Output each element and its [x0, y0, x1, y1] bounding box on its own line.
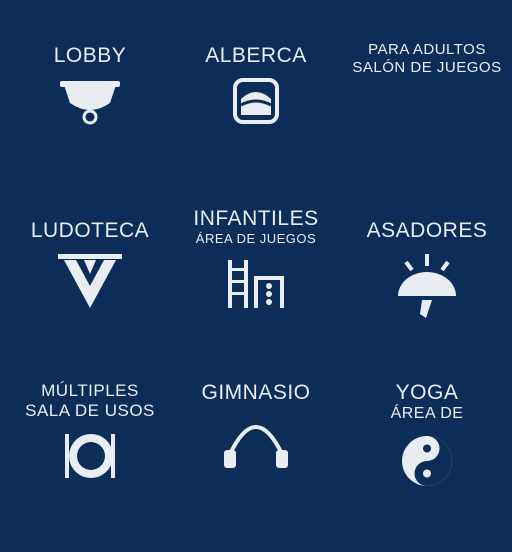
adult-games-line2: SALÓN DE JUEGOS: [352, 58, 502, 76]
gym-label: GIMNASIO: [201, 381, 311, 404]
playground-label: INFANTILES ÁREA DE JUEGOS: [193, 207, 319, 247]
jump-rope-icon: [220, 414, 292, 474]
amenity-yoga: YOGA ÁREA DE: [342, 381, 512, 552]
playground-icon: [224, 256, 288, 312]
yoga-subtitle: ÁREA DE: [390, 405, 464, 423]
adult-games-label: PARA ADULTOS SALÓN DE JUEGOS: [352, 40, 501, 76]
multipurpose-subtitle: SALA DE USOS: [25, 400, 155, 420]
amenity-adult-games: PARA ADULTOS SALÓN DE JUEGOS: [342, 40, 512, 210]
pool-title: ALBERCA: [205, 44, 307, 67]
grill-icon: [392, 252, 462, 322]
pool-icon: [232, 77, 280, 125]
amenities-board: LOBBY ALBERCA PARA ADULTOS SALÓN DE JUEG…: [0, 0, 512, 512]
grill-label: ASADORES: [366, 219, 488, 242]
adult-games-line1: PARA ADULTOS: [368, 41, 486, 58]
pool-label: ALBERCA: [205, 44, 307, 67]
lobby-label: LOBBY: [53, 44, 127, 67]
playground-subtitle: ÁREA DE JUEGOS: [195, 231, 317, 247]
playground-title: INFANTILES: [193, 207, 319, 230]
amenity-grill: ASADORES: [342, 219, 512, 390]
multipurpose-title: MÚLTIPLES: [41, 381, 139, 400]
amenity-multipurpose: MÚLTIPLES SALA DE USOS: [5, 382, 175, 552]
ludoteca-icon: [58, 252, 122, 314]
grill-title: ASADORES: [366, 219, 488, 242]
ludoteca-label: LUDOTECA: [30, 219, 150, 242]
amenity-pool: ALBERCA: [171, 44, 341, 215]
amenity-gym: GIMNASIO: [171, 381, 341, 552]
multipurpose-label: MÚLTIPLES SALA DE USOS: [25, 382, 155, 420]
ludoteca-title: LUDOTECA: [30, 219, 150, 242]
yin-yang-icon: [399, 433, 455, 489]
bell-lamp-icon: [60, 77, 120, 125]
yoga-title: YOGA: [395, 381, 459, 404]
lobby-title: LOBBY: [53, 44, 127, 67]
gym-title: GIMNASIO: [201, 381, 311, 404]
dining-icon: [63, 430, 117, 482]
amenity-ludoteca: LUDOTECA: [5, 219, 175, 390]
amenity-playground: INFANTILES ÁREA DE JUEGOS: [171, 207, 341, 378]
yoga-label: YOGA ÁREA DE: [390, 381, 464, 423]
amenity-lobby: LOBBY: [5, 44, 175, 215]
